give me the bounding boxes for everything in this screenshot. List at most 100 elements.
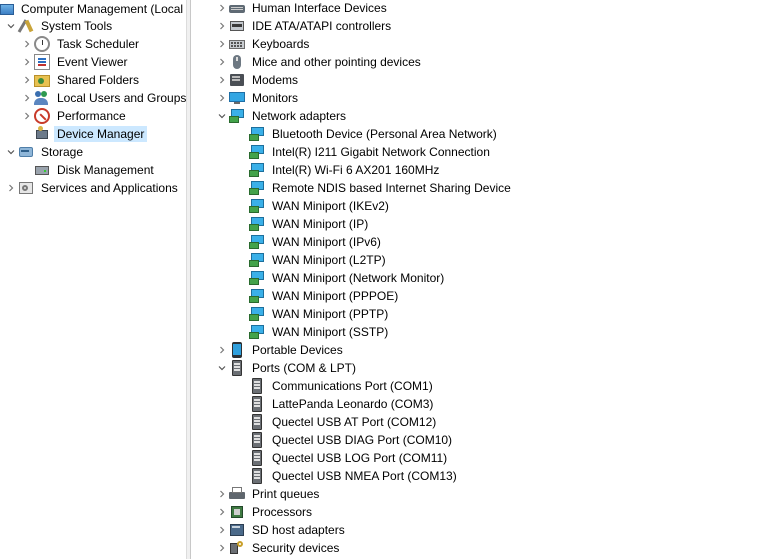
chevron-right-icon[interactable] <box>215 341 229 359</box>
device-category-ide-controllers[interactable]: IDE ATA/ATAPI controllers <box>215 17 394 35</box>
device-item[interactable]: WAN Miniport (Network Monitor) <box>249 269 447 287</box>
tree-item-performance[interactable]: Performance <box>20 107 129 125</box>
device-item[interactable]: Quectel USB LOG Port (COM11) <box>249 449 450 467</box>
network-adapter-icon <box>249 180 265 196</box>
chevron-right-icon[interactable] <box>215 35 229 53</box>
device-category-monitors[interactable]: Monitors <box>215 89 301 107</box>
chevron-right-icon[interactable] <box>20 53 34 71</box>
chevron-right-icon[interactable] <box>20 71 34 89</box>
device-category-label: Ports (COM & LPT) <box>252 361 357 375</box>
chevron-right-icon[interactable] <box>215 485 229 503</box>
chevron-right-icon[interactable] <box>215 89 229 107</box>
device-item[interactable]: Quectel USB AT Port (COM12) <box>249 413 439 431</box>
network-adapter-icon <box>249 126 265 142</box>
chevron-right-icon[interactable] <box>215 503 229 521</box>
chevron-right-icon[interactable] <box>215 71 229 89</box>
computer-management-icon <box>0 4 14 15</box>
device-item[interactable]: Quectel USB DIAG Port (COM10) <box>249 431 455 449</box>
tree-item-label: Task Scheduler <box>57 37 140 51</box>
device-item[interactable]: Quectel USB NMEA Port (COM13) <box>249 467 460 485</box>
ide-controller-icon <box>229 18 245 34</box>
tree-item-label: Device Manager <box>54 126 148 142</box>
chevron-down-icon[interactable] <box>215 107 229 125</box>
device-category-human-interface-devices[interactable]: Human Interface Devices <box>215 0 390 17</box>
device-item-label: WAN Miniport (IPv6) <box>272 235 381 249</box>
tree-item-event-viewer[interactable]: Event Viewer <box>20 53 130 71</box>
device-category-sd-host-adapters[interactable]: SD host adapters <box>215 521 348 539</box>
tree-item-disk-management[interactable]: Disk Management <box>34 161 157 179</box>
tree-item-system-tools[interactable]: System Tools <box>4 17 115 35</box>
keyboard-icon <box>229 36 245 52</box>
tree-item-label: Event Viewer <box>57 55 128 69</box>
device-category-mice[interactable]: Mice and other pointing devices <box>215 53 424 71</box>
mouse-icon <box>229 54 245 70</box>
network-adapter-icon <box>249 252 265 268</box>
device-category-label: Security devices <box>252 541 340 555</box>
port-icon <box>229 360 245 376</box>
tree-item-label: Local Users and Groups <box>57 91 186 105</box>
system-tools-icon <box>18 18 34 34</box>
tree-item-storage[interactable]: Storage <box>4 143 86 161</box>
chevron-down-icon[interactable] <box>4 17 18 35</box>
device-item[interactable]: Intel(R) I211 Gigabit Network Connection <box>249 143 493 161</box>
device-category-ports[interactable]: Ports (COM & LPT) <box>215 359 359 377</box>
chevron-right-icon[interactable] <box>215 17 229 35</box>
device-item[interactable]: WAN Miniport (PPTP) <box>249 305 391 323</box>
port-icon <box>249 450 265 466</box>
device-item[interactable]: WAN Miniport (IKEv2) <box>249 197 392 215</box>
chevron-down-icon[interactable] <box>4 143 18 161</box>
device-item[interactable]: WAN Miniport (IP) <box>249 215 371 233</box>
device-item[interactable]: Bluetooth Device (Personal Area Network) <box>249 125 500 143</box>
hid-icon <box>229 0 245 16</box>
device-item-label: WAN Miniport (Network Monitor) <box>272 271 445 285</box>
port-icon <box>249 468 265 484</box>
device-category-processors[interactable]: Processors <box>215 503 315 521</box>
console-tree-pane[interactable]: Computer Management (Local System Tools … <box>0 0 186 559</box>
device-category-keyboards[interactable]: Keyboards <box>215 35 312 53</box>
device-category-print-queues[interactable]: Print queues <box>215 485 322 503</box>
device-item[interactable]: LattePanda Leonardo (COM3) <box>249 395 436 413</box>
chevron-right-icon[interactable] <box>215 53 229 71</box>
tree-item-label: Storage <box>41 145 84 159</box>
chevron-right-icon[interactable] <box>215 521 229 539</box>
device-item[interactable]: Communications Port (COM1) <box>249 377 436 395</box>
tree-item-label: Performance <box>57 109 126 123</box>
tree-item-task-scheduler[interactable]: Task Scheduler <box>20 35 142 53</box>
device-category-label: Processors <box>252 505 313 519</box>
chevron-right-icon[interactable] <box>20 35 34 53</box>
chevron-right-icon[interactable] <box>20 107 34 125</box>
tree-item-services-applications[interactable]: Services and Applications <box>4 179 181 197</box>
device-category-modems[interactable]: Modems <box>215 71 301 89</box>
device-category-label: Keyboards <box>252 37 310 51</box>
network-adapter-icon <box>229 108 245 124</box>
chevron-right-icon[interactable] <box>215 0 229 17</box>
device-item[interactable]: WAN Miniport (SSTP) <box>249 323 391 341</box>
device-tree-pane[interactable]: Human Interface Devices IDE ATA/ATAPI co… <box>191 0 760 559</box>
device-item[interactable]: WAN Miniport (IPv6) <box>249 233 384 251</box>
chevron-right-icon[interactable] <box>4 179 18 197</box>
device-item-label: Intel(R) Wi-Fi 6 AX201 160MHz <box>272 163 440 177</box>
port-icon <box>249 432 265 448</box>
chevron-right-icon[interactable] <box>20 89 34 107</box>
device-item-label: WAN Miniport (L2TP) <box>272 253 386 267</box>
device-category-network-adapters[interactable]: Network adapters <box>215 107 349 125</box>
device-manager-icon <box>34 126 50 142</box>
device-item[interactable]: Remote NDIS based Internet Sharing Devic… <box>249 179 514 197</box>
tree-item-computer-management[interactable]: Computer Management (Local <box>0 0 186 18</box>
device-category-security-devices[interactable]: Security devices <box>215 539 342 557</box>
chevron-right-icon[interactable] <box>215 539 229 557</box>
security-device-icon <box>229 540 245 556</box>
device-category-label: Mice and other pointing devices <box>252 55 421 69</box>
tree-item-local-users-groups[interactable]: Local Users and Groups <box>20 89 186 107</box>
port-icon <box>249 378 265 394</box>
tree-item-shared-folders[interactable]: Shared Folders <box>20 71 142 89</box>
device-item[interactable]: WAN Miniport (PPPOE) <box>249 287 401 305</box>
chevron-down-icon[interactable] <box>215 359 229 377</box>
device-category-portable-devices[interactable]: Portable Devices <box>215 341 346 359</box>
device-item[interactable]: Intel(R) Wi-Fi 6 AX201 160MHz <box>249 161 442 179</box>
device-item[interactable]: WAN Miniport (L2TP) <box>249 251 389 269</box>
tree-item-device-manager[interactable]: Device Manager <box>34 125 148 143</box>
device-category-label: SD host adapters <box>252 523 345 537</box>
device-item-label: WAN Miniport (IP) <box>272 217 369 231</box>
device-item-label: WAN Miniport (PPPOE) <box>272 289 399 303</box>
